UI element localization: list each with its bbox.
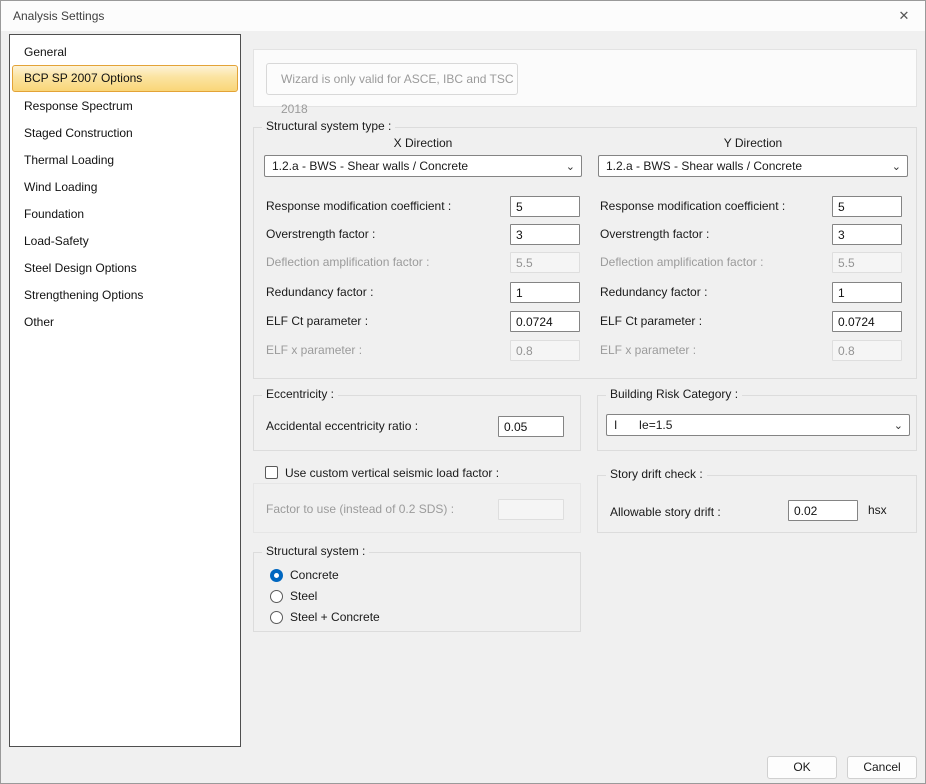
- radio-icon: [270, 589, 283, 603]
- chevron-down-icon: ⌄: [891, 161, 901, 173]
- sidebar-item-staged-construction[interactable]: Staged Construction: [12, 119, 238, 146]
- settings-category-list: General BCP SP 2007 Options Response Spe…: [9, 34, 241, 747]
- eccentricity-group: Eccentricity : Accidental eccentricity r…: [253, 387, 581, 451]
- field-label: ELF x parameter :: [266, 343, 363, 357]
- x-direction-system-select[interactable]: 1.2.a - BWS - Shear walls / Concrete ⌄: [264, 155, 582, 177]
- ok-button[interactable]: OK: [767, 756, 837, 779]
- custom-vertical-seismic-checkbox[interactable]: [265, 466, 278, 479]
- y-direction-system-value: 1.2.a - BWS - Shear walls / Concrete: [606, 159, 803, 173]
- sidebar-item-load-safety[interactable]: Load-Safety: [12, 227, 238, 254]
- allowable-story-drift-input[interactable]: [788, 500, 858, 521]
- wizard-note: Wizard is only valid for ASCE, IBC and T…: [266, 63, 518, 116]
- radio-icon: [270, 610, 283, 624]
- field-label: Allowable story drift :: [610, 505, 721, 519]
- field-label: Overstrength factor :: [600, 227, 710, 241]
- field-label: Response modification coefficient :: [600, 199, 786, 213]
- field-label: Accidental eccentricity ratio :: [266, 419, 419, 433]
- radio-option-concrete[interactable]: Concrete: [270, 567, 339, 583]
- risk-category-value: I: [614, 418, 618, 432]
- overstrength-factor-y-input[interactable]: [832, 224, 902, 245]
- field-label: Overstrength factor :: [266, 227, 376, 241]
- vertical-seismic-factor-input: [498, 499, 564, 520]
- radio-label: Concrete: [290, 568, 339, 582]
- sidebar-item-bcp-sp-2007-options[interactable]: BCP SP 2007 Options: [12, 65, 238, 92]
- structural-system-group: Structural system : Concrete Steel Steel…: [253, 544, 581, 632]
- group-title: Structural system :: [262, 544, 370, 558]
- elf-x-parameter-y-input: [832, 340, 902, 361]
- sidebar-item-response-spectrum[interactable]: Response Spectrum: [12, 92, 238, 119]
- y-direction-header: Y Direction: [723, 136, 783, 150]
- building-risk-category-group: Building Risk Category : I Ie=1.5 ⌄: [597, 387, 917, 451]
- field-label: Redundancy factor :: [266, 285, 374, 299]
- field-label: Factor to use (instead of 0.2 SDS) :: [266, 502, 455, 516]
- field-label: ELF Ct parameter :: [266, 314, 369, 328]
- radio-icon: [270, 568, 283, 582]
- chevron-down-icon: ⌄: [565, 161, 575, 173]
- response-modification-y-input[interactable]: [832, 196, 902, 217]
- deflection-amplification-y-input: [832, 252, 902, 273]
- radio-option-steel[interactable]: Steel: [270, 588, 317, 604]
- radio-option-steel-concrete[interactable]: Steel + Concrete: [270, 609, 380, 625]
- group-title: Building Risk Category :: [606, 387, 743, 401]
- redundancy-factor-y-input[interactable]: [832, 282, 902, 303]
- overstrength-factor-x-input[interactable]: [510, 224, 580, 245]
- sidebar-item-general[interactable]: General: [12, 38, 238, 65]
- custom-vertical-seismic-label: Use custom vertical seismic load factor …: [285, 466, 500, 480]
- elf-ct-parameter-x-input[interactable]: [510, 311, 580, 332]
- wizard-panel: Wizard is only valid for ASCE, IBC and T…: [253, 49, 917, 116]
- sidebar-item-strengthening-options[interactable]: Strengthening Options: [12, 281, 238, 308]
- group-title: Structural system type :: [262, 119, 396, 133]
- sidebar-item-other[interactable]: Other: [12, 308, 238, 335]
- field-label: ELF Ct parameter :: [600, 314, 703, 328]
- deflection-amplification-x-input: [510, 252, 580, 273]
- redundancy-factor-x-input[interactable]: [510, 282, 580, 303]
- structural-system-type-group: Structural system type : X Direction Y D…: [253, 119, 917, 379]
- risk-category-select[interactable]: I Ie=1.5 ⌄: [606, 414, 910, 436]
- field-label: Redundancy factor :: [600, 285, 708, 299]
- field-label: Deflection amplification factor :: [266, 255, 430, 269]
- radio-label: Steel + Concrete: [290, 610, 380, 624]
- vertical-seismic-factor-box: Factor to use (instead of 0.2 SDS) :: [253, 483, 581, 533]
- field-label: Response modification coefficient :: [266, 199, 452, 213]
- x-direction-system-value: 1.2.a - BWS - Shear walls / Concrete: [272, 159, 469, 173]
- titlebar: Analysis Settings ✕: [1, 1, 925, 31]
- risk-category-detail: Ie=1.5: [638, 418, 673, 432]
- elf-x-parameter-x-input: [510, 340, 580, 361]
- response-modification-x-input[interactable]: [510, 196, 580, 217]
- group-title: Eccentricity :: [262, 387, 339, 401]
- sidebar-item-steel-design-options[interactable]: Steel Design Options: [12, 254, 238, 281]
- story-drift-unit: hsx: [868, 503, 887, 517]
- sidebar-item-thermal-loading[interactable]: Thermal Loading: [12, 146, 238, 173]
- sidebar-item-foundation[interactable]: Foundation: [12, 200, 238, 227]
- elf-ct-parameter-y-input[interactable]: [832, 311, 902, 332]
- story-drift-check-group: Story drift check : Allowable story drif…: [597, 467, 917, 533]
- x-direction-header: X Direction: [393, 136, 453, 150]
- close-icon[interactable]: ✕: [883, 1, 925, 31]
- accidental-eccentricity-input[interactable]: [498, 416, 564, 437]
- group-title: Story drift check :: [606, 467, 707, 481]
- chevron-down-icon: ⌄: [893, 420, 903, 432]
- cancel-button[interactable]: Cancel: [847, 756, 917, 779]
- y-direction-system-select[interactable]: 1.2.a - BWS - Shear walls / Concrete ⌄: [598, 155, 908, 177]
- radio-label: Steel: [290, 589, 318, 603]
- window-title: Analysis Settings: [13, 9, 105, 23]
- field-label: ELF x parameter :: [600, 343, 697, 357]
- field-label: Deflection amplification factor :: [600, 255, 764, 269]
- analysis-settings-dialog: Analysis Settings ✕ General BCP SP 2007 …: [0, 0, 926, 784]
- sidebar-item-wind-loading[interactable]: Wind Loading: [12, 173, 238, 200]
